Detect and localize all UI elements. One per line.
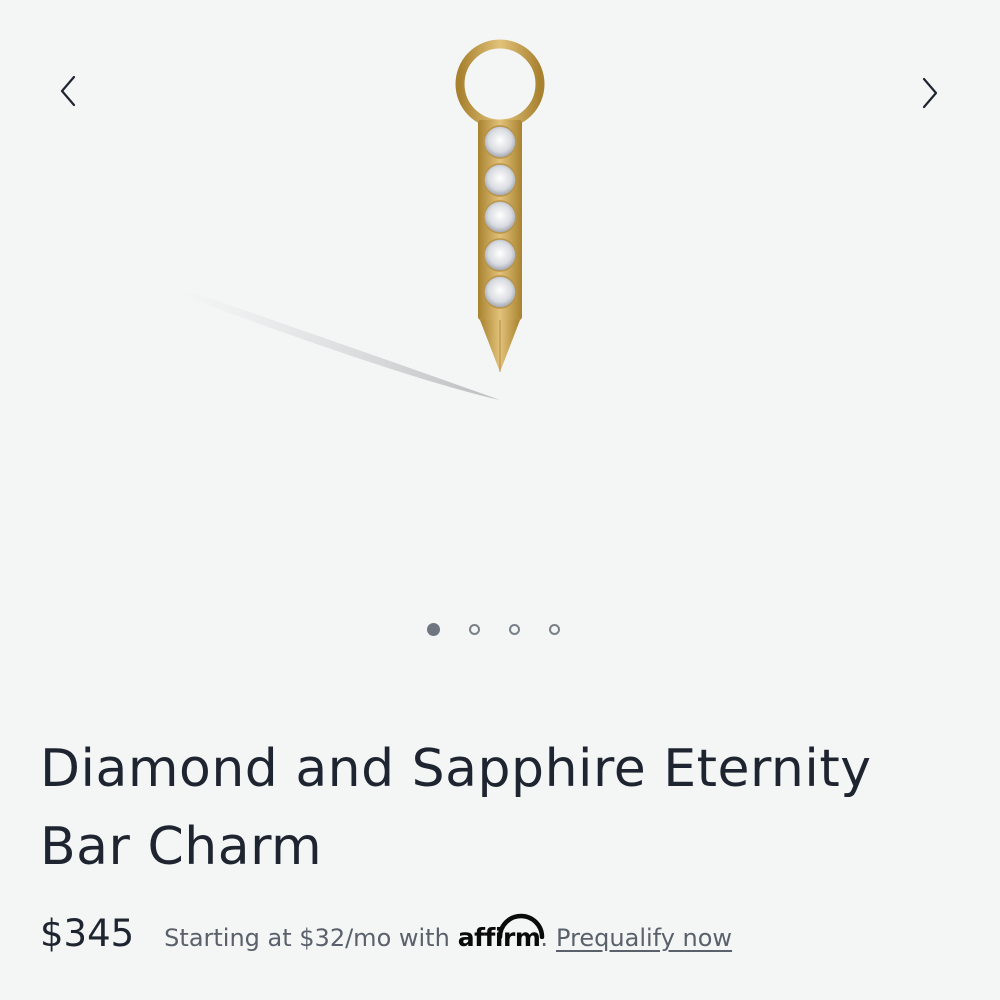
product-title-line-2: Bar Charm [40, 817, 323, 877]
chevron-right-icon [922, 77, 938, 109]
affirm-arc-icon [497, 913, 545, 939]
product-page: Diamond and Sapphire Eternity Bar Charm … [0, 0, 1000, 1000]
carousel-dot-3[interactable] [509, 624, 520, 635]
product-title: Diamond and Sapphire Eternity Bar Charm [40, 730, 960, 886]
product-image [180, 39, 545, 400]
financing-text: Starting at $32/mo with [164, 924, 450, 952]
next-image-button[interactable] [910, 68, 950, 118]
carousel-dot-1[interactable] [427, 623, 440, 636]
price-row: $345 Starting at $32/mo with affirm . Pr… [40, 912, 732, 955]
chevron-left-icon [60, 75, 76, 107]
carousel-dot-4[interactable] [549, 624, 560, 635]
product-price: $345 [40, 912, 135, 955]
carousel-dot-2[interactable] [469, 624, 480, 635]
carousel-pagination [427, 623, 560, 636]
prequalify-link[interactable]: Prequalify now [556, 924, 732, 952]
previous-image-button[interactable] [48, 66, 88, 116]
financing-message: Starting at $32/mo with affirm . Prequal… [164, 913, 732, 952]
affirm-logo: affirm [458, 913, 545, 952]
product-image-carousel [0, 0, 1000, 670]
product-title-line-1: Diamond and Sapphire Eternity [40, 739, 872, 799]
